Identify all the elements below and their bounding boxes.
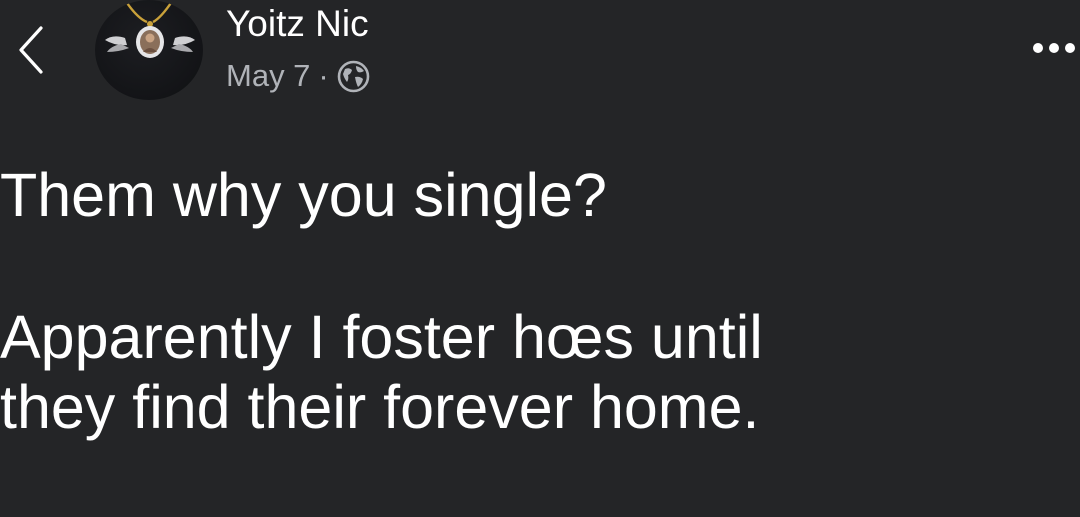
avatar[interactable] — [95, 0, 203, 100]
meta-separator: · — [318, 58, 329, 93]
chevron-left-icon — [19, 26, 43, 74]
post-meta: May 7 · — [226, 56, 370, 96]
pendant-image — [105, 0, 195, 58]
author-name[interactable]: Yoitz Nic — [226, 2, 369, 46]
more-dots-icon — [1033, 43, 1075, 53]
post-date[interactable]: May 7 — [226, 58, 310, 94]
more-options-button[interactable] — [1028, 28, 1080, 68]
post-text: Them why you single? Apparently I foster… — [0, 161, 763, 442]
globe-icon[interactable] — [337, 60, 370, 93]
back-button[interactable] — [8, 22, 52, 78]
